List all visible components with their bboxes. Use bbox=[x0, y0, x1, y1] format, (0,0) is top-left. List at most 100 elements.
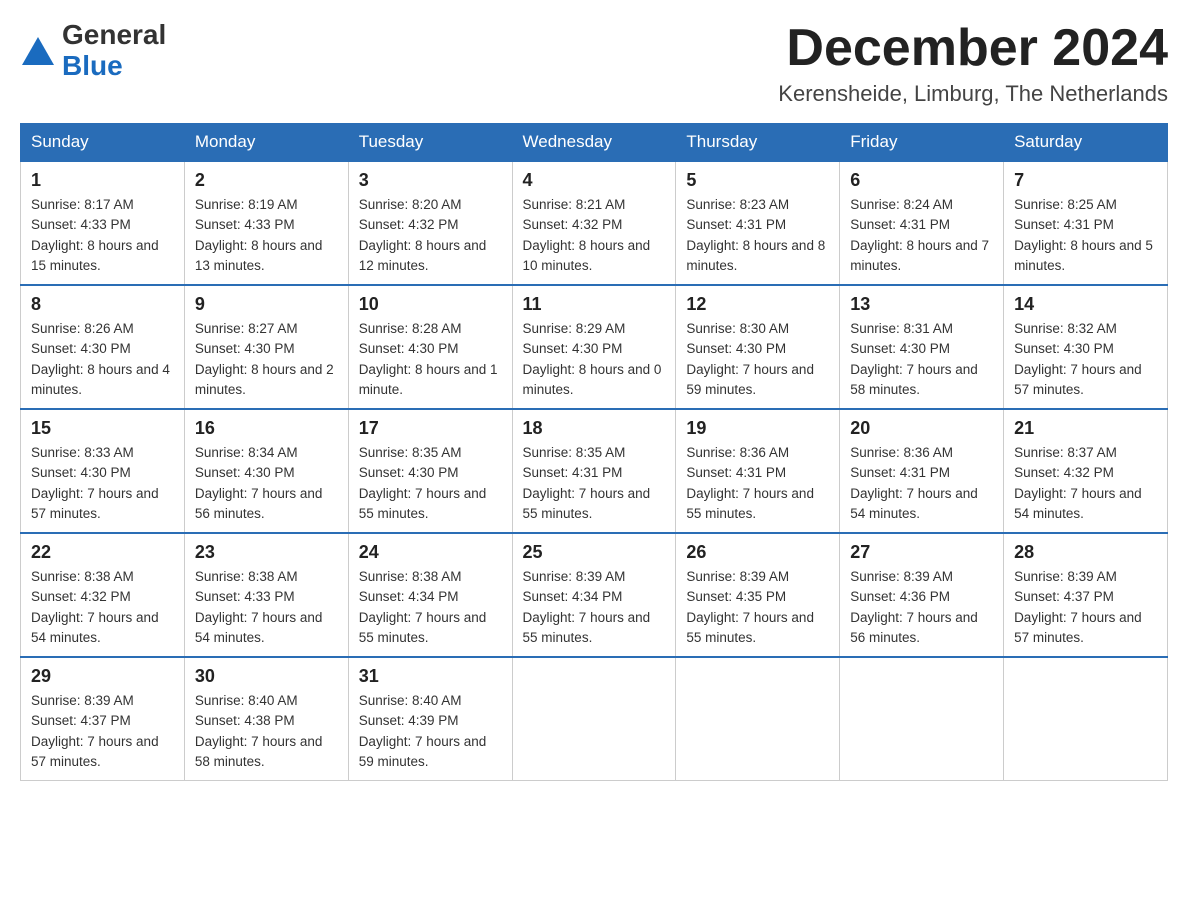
day-number: 4 bbox=[523, 170, 666, 191]
day-number: 30 bbox=[195, 666, 338, 687]
day-number: 29 bbox=[31, 666, 174, 687]
table-row: 15 Sunrise: 8:33 AM Sunset: 4:30 PM Dayl… bbox=[21, 409, 185, 533]
col-friday: Friday bbox=[840, 124, 1004, 162]
table-row: 11 Sunrise: 8:29 AM Sunset: 4:30 PM Dayl… bbox=[512, 285, 676, 409]
table-row bbox=[1004, 657, 1168, 781]
day-number: 25 bbox=[523, 542, 666, 563]
table-row: 27 Sunrise: 8:39 AM Sunset: 4:36 PM Dayl… bbox=[840, 533, 1004, 657]
day-info: Sunrise: 8:20 AM Sunset: 4:32 PM Dayligh… bbox=[359, 195, 502, 276]
table-row: 2 Sunrise: 8:19 AM Sunset: 4:33 PM Dayli… bbox=[184, 161, 348, 285]
col-sunday: Sunday bbox=[21, 124, 185, 162]
table-row: 7 Sunrise: 8:25 AM Sunset: 4:31 PM Dayli… bbox=[1004, 161, 1168, 285]
day-info: Sunrise: 8:39 AM Sunset: 4:34 PM Dayligh… bbox=[523, 567, 666, 648]
day-number: 1 bbox=[31, 170, 174, 191]
day-info: Sunrise: 8:32 AM Sunset: 4:30 PM Dayligh… bbox=[1014, 319, 1157, 400]
day-number: 24 bbox=[359, 542, 502, 563]
day-info: Sunrise: 8:40 AM Sunset: 4:38 PM Dayligh… bbox=[195, 691, 338, 772]
table-row: 25 Sunrise: 8:39 AM Sunset: 4:34 PM Dayl… bbox=[512, 533, 676, 657]
day-number: 23 bbox=[195, 542, 338, 563]
month-title: December 2024 bbox=[778, 20, 1168, 77]
table-row bbox=[676, 657, 840, 781]
table-row: 6 Sunrise: 8:24 AM Sunset: 4:31 PM Dayli… bbox=[840, 161, 1004, 285]
day-number: 31 bbox=[359, 666, 502, 687]
day-info: Sunrise: 8:26 AM Sunset: 4:30 PM Dayligh… bbox=[31, 319, 174, 400]
col-monday: Monday bbox=[184, 124, 348, 162]
day-info: Sunrise: 8:36 AM Sunset: 4:31 PM Dayligh… bbox=[686, 443, 829, 524]
page-header: General Blue December 2024 Kerensheide, … bbox=[20, 20, 1168, 107]
day-info: Sunrise: 8:38 AM Sunset: 4:34 PM Dayligh… bbox=[359, 567, 502, 648]
day-number: 17 bbox=[359, 418, 502, 439]
logo-icon bbox=[20, 33, 56, 69]
day-info: Sunrise: 8:35 AM Sunset: 4:31 PM Dayligh… bbox=[523, 443, 666, 524]
table-row bbox=[512, 657, 676, 781]
table-row: 13 Sunrise: 8:31 AM Sunset: 4:30 PM Dayl… bbox=[840, 285, 1004, 409]
table-row: 10 Sunrise: 8:28 AM Sunset: 4:30 PM Dayl… bbox=[348, 285, 512, 409]
day-info: Sunrise: 8:35 AM Sunset: 4:30 PM Dayligh… bbox=[359, 443, 502, 524]
day-info: Sunrise: 8:27 AM Sunset: 4:30 PM Dayligh… bbox=[195, 319, 338, 400]
day-number: 15 bbox=[31, 418, 174, 439]
calendar-week-row: 15 Sunrise: 8:33 AM Sunset: 4:30 PM Dayl… bbox=[21, 409, 1168, 533]
day-info: Sunrise: 8:33 AM Sunset: 4:30 PM Dayligh… bbox=[31, 443, 174, 524]
table-row: 14 Sunrise: 8:32 AM Sunset: 4:30 PM Dayl… bbox=[1004, 285, 1168, 409]
table-row: 26 Sunrise: 8:39 AM Sunset: 4:35 PM Dayl… bbox=[676, 533, 840, 657]
day-number: 28 bbox=[1014, 542, 1157, 563]
day-number: 18 bbox=[523, 418, 666, 439]
title-block: December 2024 Kerensheide, Limburg, The … bbox=[778, 20, 1168, 107]
day-number: 14 bbox=[1014, 294, 1157, 315]
calendar-header-row: Sunday Monday Tuesday Wednesday Thursday… bbox=[21, 124, 1168, 162]
day-info: Sunrise: 8:39 AM Sunset: 4:37 PM Dayligh… bbox=[31, 691, 174, 772]
day-number: 13 bbox=[850, 294, 993, 315]
table-row: 3 Sunrise: 8:20 AM Sunset: 4:32 PM Dayli… bbox=[348, 161, 512, 285]
day-info: Sunrise: 8:39 AM Sunset: 4:36 PM Dayligh… bbox=[850, 567, 993, 648]
day-info: Sunrise: 8:25 AM Sunset: 4:31 PM Dayligh… bbox=[1014, 195, 1157, 276]
table-row: 30 Sunrise: 8:40 AM Sunset: 4:38 PM Dayl… bbox=[184, 657, 348, 781]
day-info: Sunrise: 8:38 AM Sunset: 4:32 PM Dayligh… bbox=[31, 567, 174, 648]
calendar-week-row: 8 Sunrise: 8:26 AM Sunset: 4:30 PM Dayli… bbox=[21, 285, 1168, 409]
calendar-week-row: 1 Sunrise: 8:17 AM Sunset: 4:33 PM Dayli… bbox=[21, 161, 1168, 285]
table-row: 29 Sunrise: 8:39 AM Sunset: 4:37 PM Dayl… bbox=[21, 657, 185, 781]
day-info: Sunrise: 8:29 AM Sunset: 4:30 PM Dayligh… bbox=[523, 319, 666, 400]
calendar-table: Sunday Monday Tuesday Wednesday Thursday… bbox=[20, 123, 1168, 781]
day-info: Sunrise: 8:31 AM Sunset: 4:30 PM Dayligh… bbox=[850, 319, 993, 400]
day-info: Sunrise: 8:36 AM Sunset: 4:31 PM Dayligh… bbox=[850, 443, 993, 524]
day-number: 9 bbox=[195, 294, 338, 315]
day-number: 11 bbox=[523, 294, 666, 315]
day-number: 20 bbox=[850, 418, 993, 439]
day-info: Sunrise: 8:38 AM Sunset: 4:33 PM Dayligh… bbox=[195, 567, 338, 648]
calendar-week-row: 29 Sunrise: 8:39 AM Sunset: 4:37 PM Dayl… bbox=[21, 657, 1168, 781]
table-row: 12 Sunrise: 8:30 AM Sunset: 4:30 PM Dayl… bbox=[676, 285, 840, 409]
day-number: 10 bbox=[359, 294, 502, 315]
table-row: 21 Sunrise: 8:37 AM Sunset: 4:32 PM Dayl… bbox=[1004, 409, 1168, 533]
day-number: 19 bbox=[686, 418, 829, 439]
table-row: 8 Sunrise: 8:26 AM Sunset: 4:30 PM Dayli… bbox=[21, 285, 185, 409]
day-number: 6 bbox=[850, 170, 993, 191]
day-number: 7 bbox=[1014, 170, 1157, 191]
table-row: 22 Sunrise: 8:38 AM Sunset: 4:32 PM Dayl… bbox=[21, 533, 185, 657]
table-row: 1 Sunrise: 8:17 AM Sunset: 4:33 PM Dayli… bbox=[21, 161, 185, 285]
day-number: 21 bbox=[1014, 418, 1157, 439]
day-info: Sunrise: 8:17 AM Sunset: 4:33 PM Dayligh… bbox=[31, 195, 174, 276]
day-info: Sunrise: 8:37 AM Sunset: 4:32 PM Dayligh… bbox=[1014, 443, 1157, 524]
day-info: Sunrise: 8:40 AM Sunset: 4:39 PM Dayligh… bbox=[359, 691, 502, 772]
col-thursday: Thursday bbox=[676, 124, 840, 162]
table-row: 16 Sunrise: 8:34 AM Sunset: 4:30 PM Dayl… bbox=[184, 409, 348, 533]
day-info: Sunrise: 8:30 AM Sunset: 4:30 PM Dayligh… bbox=[686, 319, 829, 400]
table-row bbox=[840, 657, 1004, 781]
col-wednesday: Wednesday bbox=[512, 124, 676, 162]
table-row: 18 Sunrise: 8:35 AM Sunset: 4:31 PM Dayl… bbox=[512, 409, 676, 533]
location-title: Kerensheide, Limburg, The Netherlands bbox=[778, 81, 1168, 107]
day-number: 12 bbox=[686, 294, 829, 315]
table-row: 24 Sunrise: 8:38 AM Sunset: 4:34 PM Dayl… bbox=[348, 533, 512, 657]
day-number: 22 bbox=[31, 542, 174, 563]
table-row: 17 Sunrise: 8:35 AM Sunset: 4:30 PM Dayl… bbox=[348, 409, 512, 533]
day-info: Sunrise: 8:28 AM Sunset: 4:30 PM Dayligh… bbox=[359, 319, 502, 400]
day-number: 5 bbox=[686, 170, 829, 191]
table-row: 20 Sunrise: 8:36 AM Sunset: 4:31 PM Dayl… bbox=[840, 409, 1004, 533]
day-number: 8 bbox=[31, 294, 174, 315]
day-info: Sunrise: 8:23 AM Sunset: 4:31 PM Dayligh… bbox=[686, 195, 829, 276]
day-info: Sunrise: 8:34 AM Sunset: 4:30 PM Dayligh… bbox=[195, 443, 338, 524]
logo: General Blue bbox=[20, 20, 166, 82]
logo-blue-text: Blue bbox=[62, 51, 166, 82]
day-info: Sunrise: 8:24 AM Sunset: 4:31 PM Dayligh… bbox=[850, 195, 993, 276]
table-row: 5 Sunrise: 8:23 AM Sunset: 4:31 PM Dayli… bbox=[676, 161, 840, 285]
